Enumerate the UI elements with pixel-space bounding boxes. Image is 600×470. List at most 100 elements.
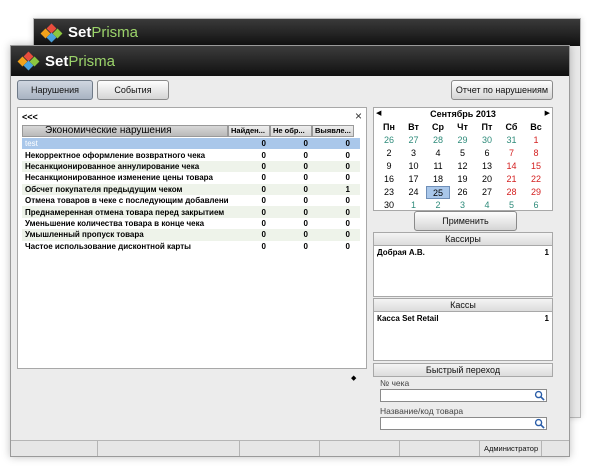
search-icon[interactable]	[534, 418, 545, 429]
cashiers-header: Кассиры	[373, 232, 553, 246]
calendar-day[interactable]: 25	[426, 186, 450, 199]
calendar-weekday: Сб	[505, 122, 518, 132]
table-row[interactable]: Преднамеренная отмена товара перед закры…	[22, 206, 360, 218]
receipt-number-label: № чека	[380, 378, 410, 388]
table-row[interactable]: Уменьшение количества товара в конце чек…	[22, 218, 360, 229]
calendar-day[interactable]: 5	[451, 147, 475, 160]
calendar-day[interactable]: 28	[426, 134, 450, 147]
app-logo: Set Prisma	[17, 51, 116, 71]
calendar-day[interactable]: 15	[524, 160, 548, 173]
status-bar: Администратор	[11, 440, 569, 456]
calendar-day[interactable]: 2	[377, 147, 401, 160]
calendar-weekday: Пн	[383, 122, 395, 132]
table-row[interactable]: Обсчет покупателя предыдущим чеком 0 0 1	[22, 183, 360, 195]
product-search-field[interactable]	[380, 417, 547, 430]
violations-list: test 0 0 0 Некорректное оформление возвр…	[22, 138, 360, 252]
calendar-day[interactable]: 31	[500, 134, 524, 147]
calendar-weekday: Ср	[432, 122, 444, 132]
tab-events[interactable]: События	[97, 80, 169, 100]
scroll-marker[interactable]: ◆	[351, 374, 356, 382]
status-segment	[541, 441, 569, 456]
violations-panel: <<< × Экономические нарушения Найден... …	[17, 107, 367, 369]
calendar-day[interactable]: 23	[377, 186, 401, 199]
calendar-day[interactable]: 7	[500, 147, 524, 160]
table-row[interactable]: Некорректное оформление возвратного чека…	[22, 149, 360, 160]
close-icon[interactable]: ×	[355, 109, 362, 123]
back-link[interactable]: <<<	[22, 112, 38, 122]
table-row[interactable]: test 0 0 0	[22, 138, 360, 150]
table-row[interactable]: Несанкционированное аннулирование чека 0…	[22, 160, 360, 173]
calendar-weekday: Чт	[457, 122, 468, 132]
calendar-day[interactable]: 17	[402, 173, 426, 186]
brand-prisma: Prisma	[91, 24, 139, 41]
status-segment	[319, 441, 399, 456]
calendar-day[interactable]: 30	[475, 134, 499, 147]
list-item[interactable]: Добрая А.В. 1	[374, 246, 552, 259]
calendar-day[interactable]: 10	[402, 160, 426, 173]
calendar-day[interactable]: 27	[475, 186, 499, 199]
table-row[interactable]: Частое использование дисконтной карты 0 …	[22, 241, 360, 252]
calendar-day[interactable]: 27	[402, 134, 426, 147]
list-item[interactable]: Касса Set Retail 1	[374, 312, 552, 325]
calendar-day[interactable]: 8	[524, 147, 548, 160]
app-logo: Set Prisma	[40, 23, 139, 42]
logo-icon	[40, 23, 64, 42]
apply-button[interactable]: Применить	[414, 211, 517, 231]
calendar-day[interactable]: 3	[402, 147, 426, 160]
cashiers-list: Добрая А.В. 1	[373, 245, 553, 297]
logo-icon	[17, 51, 41, 71]
calendar-day[interactable]: 6	[524, 199, 548, 212]
search-icon[interactable]	[534, 390, 545, 401]
calendar-day[interactable]: 19	[451, 173, 475, 186]
tab-violations[interactable]: Нарушения	[17, 80, 93, 100]
registers-header: Кассы	[373, 298, 553, 312]
column-header-found[interactable]: Найден...	[228, 125, 270, 137]
brand-set: Set	[68, 24, 92, 41]
column-header-unprocessed[interactable]: Не обр...	[270, 125, 312, 137]
status-segment	[399, 441, 479, 456]
calendar-panel: ◀ Сентябрь 2013 ▶ Пн Вт Ср Чт Пт Сб Вс 26 27 28 29…	[373, 107, 553, 211]
status-segment	[97, 441, 239, 456]
calendar-day[interactable]: 22	[524, 173, 548, 186]
column-header-detected[interactable]: Выявле...	[312, 125, 354, 137]
calendar-day[interactable]: 18	[426, 173, 450, 186]
calendar-day[interactable]: 30	[377, 199, 401, 212]
calendar-day[interactable]: 26	[377, 134, 401, 147]
brand-set: Set	[45, 52, 69, 70]
calendar-day[interactable]: 21	[500, 173, 524, 186]
table-row[interactable]: Отмена товаров в чеке с последующим доба…	[22, 195, 360, 206]
quick-nav-header: Быстрый переход	[373, 363, 553, 377]
calendar-day[interactable]: 16	[377, 173, 401, 186]
calendar-day[interactable]: 1	[524, 134, 548, 147]
calendar-day[interactable]: 20	[475, 173, 499, 186]
table-header: Экономические нарушения Найден... Не обр…	[22, 125, 360, 137]
calendar-day[interactable]: 28	[500, 186, 524, 199]
status-segment	[11, 441, 97, 456]
calendar-day[interactable]: 14	[500, 160, 524, 173]
table-row[interactable]: Умышленный пропуск товара 0 0 0	[22, 229, 360, 241]
calendar-weekday: Вт	[408, 122, 419, 132]
calendar-day[interactable]: 26	[451, 186, 475, 199]
calendar-weekday: Пт	[481, 122, 493, 132]
report-button[interactable]: Отчет по нарушениям	[451, 80, 553, 100]
titlebar: Set Prisma	[11, 46, 569, 76]
calendar-day[interactable]: 24	[402, 186, 426, 199]
calendar-day[interactable]: 9	[377, 160, 401, 173]
brand-prisma: Prisma	[68, 52, 116, 70]
calendar-day[interactable]: 29	[451, 134, 475, 147]
table-row[interactable]: Несанкционированное изменение цены товар…	[22, 172, 360, 183]
calendar-weekday: Вс	[530, 122, 542, 132]
receipt-number-field[interactable]	[380, 389, 547, 402]
calendar-day[interactable]: 12	[451, 160, 475, 173]
calendar-day[interactable]: 29	[524, 186, 548, 199]
calendar-month-label: Сентябрь 2013	[430, 109, 496, 119]
calendar-day[interactable]: 13	[475, 160, 499, 173]
calendar-next-icon[interactable]: ▶	[545, 109, 550, 117]
calendar-day[interactable]: 11	[426, 160, 450, 173]
calendar-day[interactable]: 4	[426, 147, 450, 160]
registers-list: Касса Set Retail 1	[373, 311, 553, 361]
product-label: Название/код товара	[380, 406, 464, 416]
column-header-violations[interactable]: Экономические нарушения	[22, 125, 228, 137]
calendar-day[interactable]: 6	[475, 147, 499, 160]
status-user: Администратор	[479, 441, 541, 456]
